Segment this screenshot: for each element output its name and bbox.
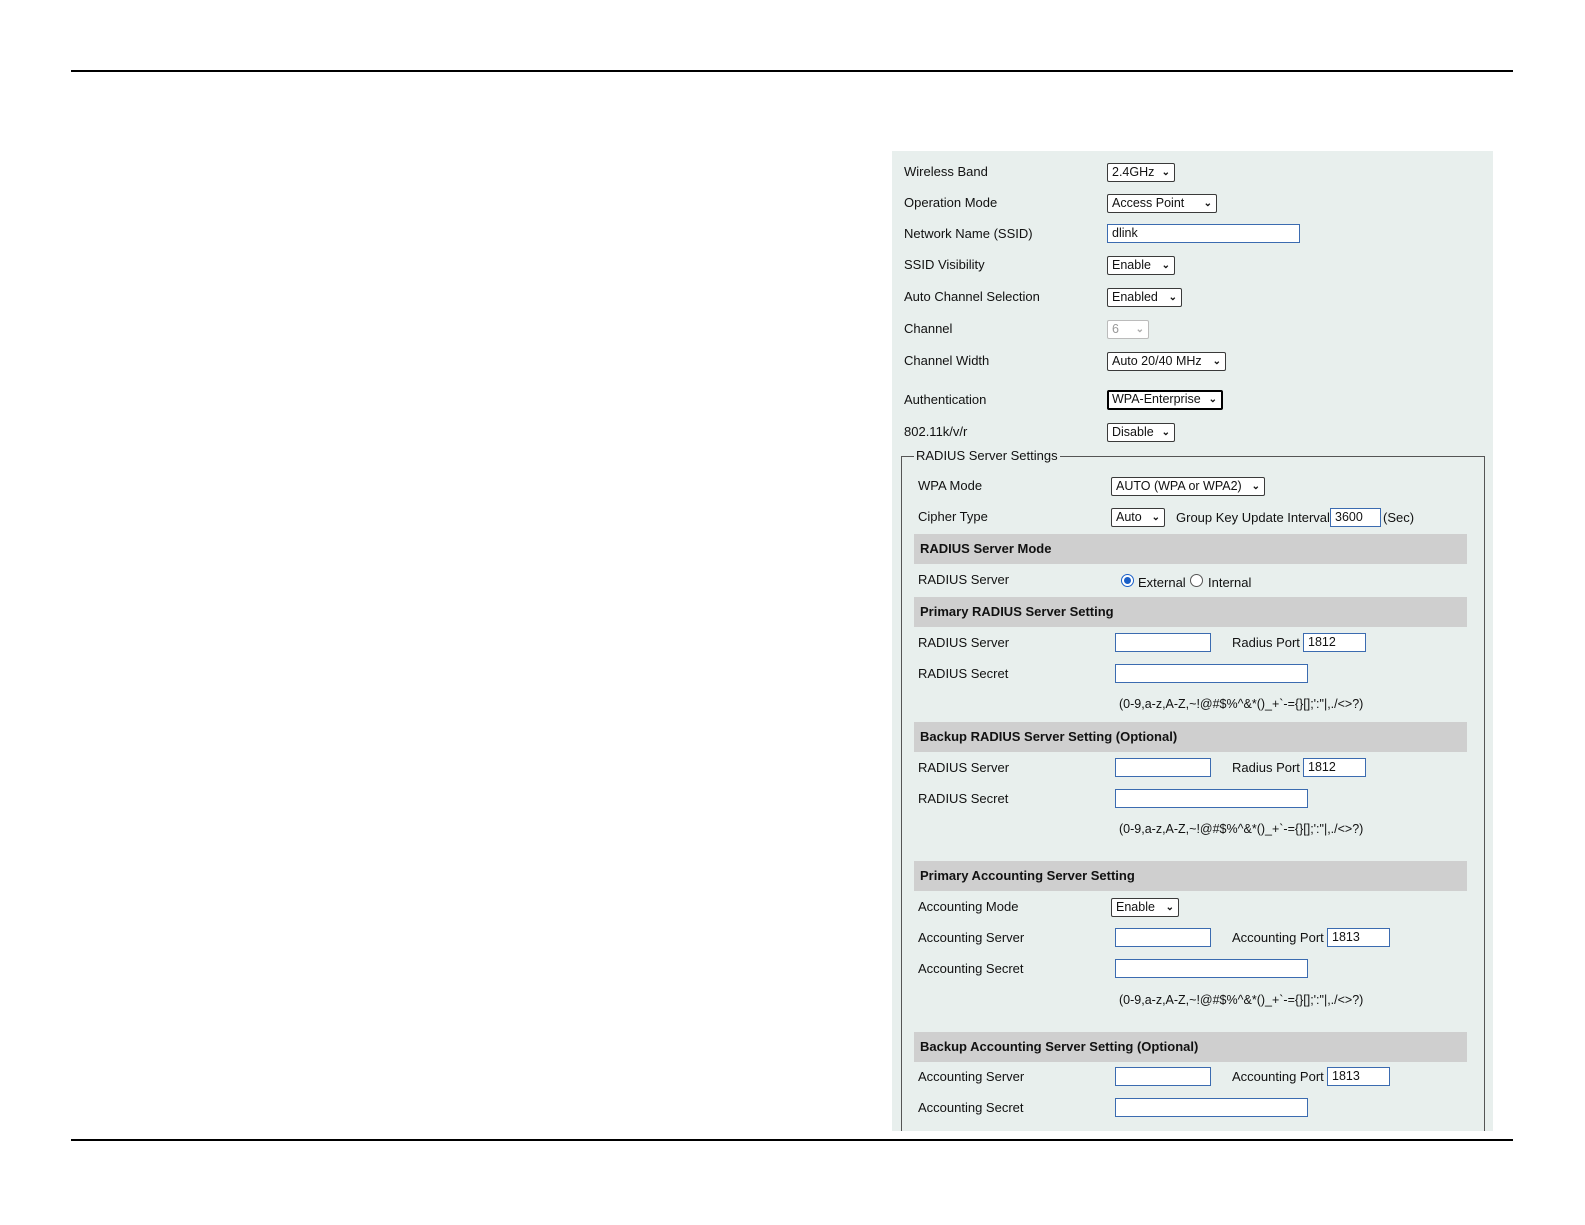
primary-radius-port-input[interactable]: 1812 [1303,633,1366,652]
backup-accounting-server-label: Accounting Server [918,1069,1025,1084]
primary-radius-header: Primary RADIUS Server Setting [914,597,1467,627]
primary-accounting-port-label: Accounting Port [1232,930,1324,945]
backup-accounting-secret-input[interactable] [1115,1098,1308,1117]
channel-width-value: Auto 20/40 MHz [1112,354,1202,368]
accounting-mode-select[interactable]: Enable ⌄ [1111,898,1179,917]
backup-radius-header: Backup RADIUS Server Setting (Optional) [914,722,1467,752]
primary-accounting-port-input[interactable]: 1813 [1327,928,1390,947]
primary-radius-secret-hint: (0-9,a-z,A-Z,~!@#$%^&*()_+`-={}[];':"|,.… [1119,697,1364,711]
chevron-down-icon: ⌄ [1203,198,1212,209]
primary-accounting-server-input[interactable] [1115,928,1211,947]
auto-channel-label: Auto Channel Selection [904,289,1040,304]
cipher-type-select[interactable]: Auto ⌄ [1111,508,1165,527]
internal-label: Internal [1208,575,1252,590]
accounting-mode-value: Enable [1116,900,1155,914]
kvr-select[interactable]: Disable ⌄ [1107,423,1175,442]
primary-accounting-secret-hint: (0-9,a-z,A-Z,~!@#$%^&*()_+`-={}[];':"|,.… [1119,993,1364,1007]
primary-radius-port-label: Radius Port [1232,635,1300,650]
authentication-select[interactable]: WPA-Enterprise ⌄ [1107,390,1223,410]
ssid-visibility-label: SSID Visibility [904,257,985,272]
backup-accounting-port-label: Accounting Port [1232,1069,1324,1084]
operation-mode-select[interactable]: Access Point ⌄ [1107,194,1217,213]
kvr-value: Disable [1112,425,1154,439]
wpa-mode-value: AUTO (WPA or WPA2) [1116,479,1242,493]
group-key-input[interactable]: 3600 [1330,508,1381,527]
wireless-settings-panel: Wireless Band 2.4GHz ⌄ Operation Mode Acc… [892,151,1493,1131]
radius-mode-header: RADIUS Server Mode [914,534,1467,564]
cipher-type-value: Auto [1116,510,1142,524]
channel-select: 6 ⌄ [1107,320,1149,339]
primary-accounting-secret-input[interactable] [1115,959,1308,978]
wireless-band-value: 2.4GHz [1112,165,1155,179]
primary-accounting-header: Primary Accounting Server Setting [914,861,1467,891]
chevron-down-icon: ⌄ [1161,260,1170,271]
bottom-rule [71,1139,1513,1141]
primary-accounting-server-label: Accounting Server [918,930,1025,945]
backup-radius-secret-label: RADIUS Secret [918,791,1009,806]
external-radio[interactable] [1121,574,1134,587]
backup-radius-secret-input[interactable] [1115,789,1308,808]
wpa-mode-label: WPA Mode [918,478,983,493]
backup-accounting-header: Backup Accounting Server Setting (Option… [914,1032,1467,1062]
ssid-visibility-value: Enable [1112,258,1151,272]
kvr-label: 802.11k/v/r [904,424,968,439]
chevron-down-icon: ⌄ [1135,324,1144,335]
wpa-mode-select[interactable]: AUTO (WPA or WPA2) ⌄ [1111,477,1265,496]
auto-channel-value: Enabled [1112,290,1158,304]
operation-mode-value: Access Point [1112,196,1185,210]
backup-radius-port-label: Radius Port [1232,760,1300,775]
group-key-label: Group Key Update Interval [1176,510,1330,525]
group-key-unit: (Sec) [1383,510,1415,525]
backup-radius-server-label: RADIUS Server [918,760,1010,775]
chevron-down-icon: ⌄ [1161,427,1170,438]
chevron-down-icon: ⌄ [1208,394,1217,405]
backup-radius-port-input[interactable]: 1812 [1303,758,1366,777]
auto-channel-select[interactable]: Enabled ⌄ [1107,288,1182,307]
authentication-value: WPA-Enterprise [1112,392,1201,406]
channel-value: 6 [1112,322,1119,336]
primary-radius-secret-label: RADIUS Secret [918,666,1009,681]
operation-mode-label: Operation Mode [904,195,998,210]
backup-radius-server-input[interactable] [1115,758,1211,777]
backup-accounting-server-input[interactable] [1115,1067,1211,1086]
primary-radius-server-label: RADIUS Server [918,635,1010,650]
radius-server-mode-label: RADIUS Server [918,572,1010,587]
radius-settings-legend: RADIUS Server Settings [914,448,1060,464]
wireless-band-select[interactable]: 2.4GHz ⌄ [1107,163,1175,182]
primary-radius-server-input[interactable] [1115,633,1211,652]
ssid-visibility-select[interactable]: Enable ⌄ [1107,256,1175,275]
backup-radius-secret-hint: (0-9,a-z,A-Z,~!@#$%^&*()_+`-={}[];':"|,.… [1119,822,1364,836]
chevron-down-icon: ⌄ [1168,292,1177,303]
channel-width-label: Channel Width [904,353,990,368]
ssid-label: Network Name (SSID) [904,226,1033,241]
cipher-type-label: Cipher Type [918,509,988,524]
channel-label: Channel [904,321,953,336]
chevron-down-icon: ⌄ [1251,481,1260,492]
backup-accounting-port-input[interactable]: 1813 [1327,1067,1390,1086]
chevron-down-icon: ⌄ [1165,902,1174,913]
backup-accounting-secret-label: Accounting Secret [918,1100,1024,1115]
channel-width-select[interactable]: Auto 20/40 MHz ⌄ [1107,352,1226,371]
accounting-mode-label: Accounting Mode [918,899,1019,914]
top-rule [71,70,1513,72]
authentication-label: Authentication [904,392,987,407]
primary-radius-secret-input[interactable] [1115,664,1308,683]
chevron-down-icon: ⌄ [1212,356,1221,367]
external-label: External [1138,575,1186,590]
wireless-band-label: Wireless Band [904,164,988,179]
chevron-down-icon: ⌄ [1161,167,1170,178]
internal-radio[interactable] [1190,574,1203,587]
ssid-input[interactable]: dlink [1107,224,1300,243]
primary-accounting-secret-label: Accounting Secret [918,961,1024,976]
chevron-down-icon: ⌄ [1151,512,1160,523]
